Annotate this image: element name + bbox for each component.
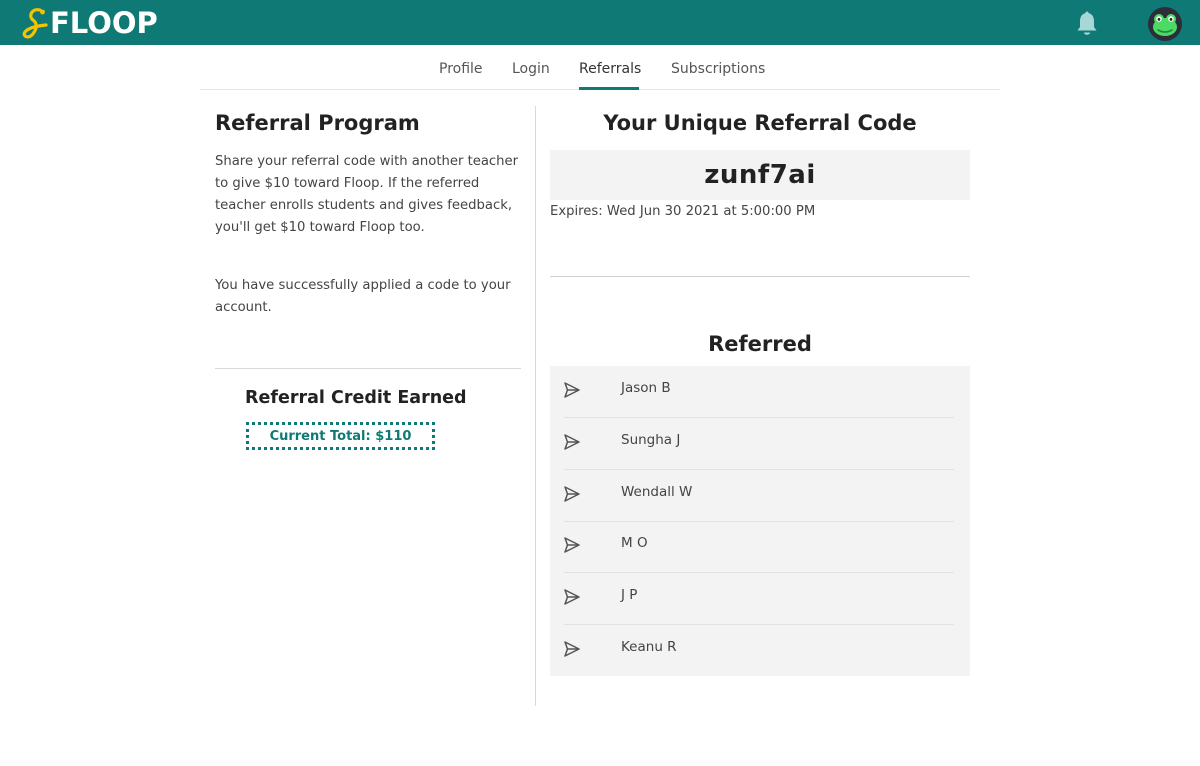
floop-logo-icon [22, 8, 48, 39]
credit-total: Current Total: $110 [269, 428, 412, 444]
right-divider [550, 276, 970, 277]
avatar[interactable] [1148, 7, 1182, 41]
floop-logo[interactable]: FLOOP [18, 6, 158, 40]
referral-credit-title: Referral Credit Earned [245, 388, 467, 408]
code-expiration: Expires: Wed Jun 30 2021 at 5:00:00 PM [550, 204, 816, 219]
referral-code-box[interactable]: zunf7ai [550, 150, 970, 200]
referred-name: Sungha J [621, 432, 681, 448]
tab-subscriptions[interactable]: Subscriptions [671, 61, 765, 77]
referral-program-description: Share your referral code with another te… [215, 154, 519, 235]
send-icon [564, 537, 580, 553]
referral-code-title: Your Unique Referral Code [603, 111, 917, 135]
referral-code: zunf7ai [704, 160, 816, 190]
referred-title: Referred [708, 332, 812, 356]
top-bar: FLOOP [0, 0, 1200, 45]
list-item: Sungha J [550, 418, 970, 470]
send-icon [564, 434, 580, 450]
tab-referrals[interactable]: Referrals [579, 61, 641, 77]
list-item: M O [550, 521, 970, 573]
bell-icon[interactable] [1075, 11, 1099, 37]
list-item: J P [550, 573, 970, 625]
referred-name: Jason B [621, 380, 671, 396]
tab-profile[interactable]: Profile [439, 61, 483, 77]
list-item: Wendall W [550, 470, 970, 522]
logo-wordmark: FLOOP [50, 6, 158, 40]
referred-name: J P [621, 587, 638, 603]
referred-name: Keanu R [621, 639, 677, 655]
credit-total-box: Current Total: $110 [246, 422, 435, 450]
tab-login[interactable]: Login [512, 61, 550, 77]
list-item: Jason B [550, 366, 970, 418]
list-item: Keanu R [550, 625, 970, 677]
send-icon [564, 382, 580, 398]
applied-code-message: You have successfully applied a code to … [215, 278, 511, 315]
referral-program-title: Referral Program [215, 111, 420, 135]
frog-avatar-icon [1153, 14, 1177, 36]
referred-list: Jason B Sungha J Wendall W M O J P Keanu… [550, 366, 970, 676]
referred-name: M O [621, 535, 648, 551]
column-divider [535, 106, 536, 706]
referred-name: Wendall W [621, 484, 693, 500]
active-tab-indicator [579, 87, 639, 90]
send-icon [564, 486, 580, 502]
send-icon [564, 589, 580, 605]
left-divider [215, 368, 521, 369]
settings-tabs: Profile Login Referrals Subscriptions [200, 45, 1000, 90]
send-icon [564, 641, 580, 657]
